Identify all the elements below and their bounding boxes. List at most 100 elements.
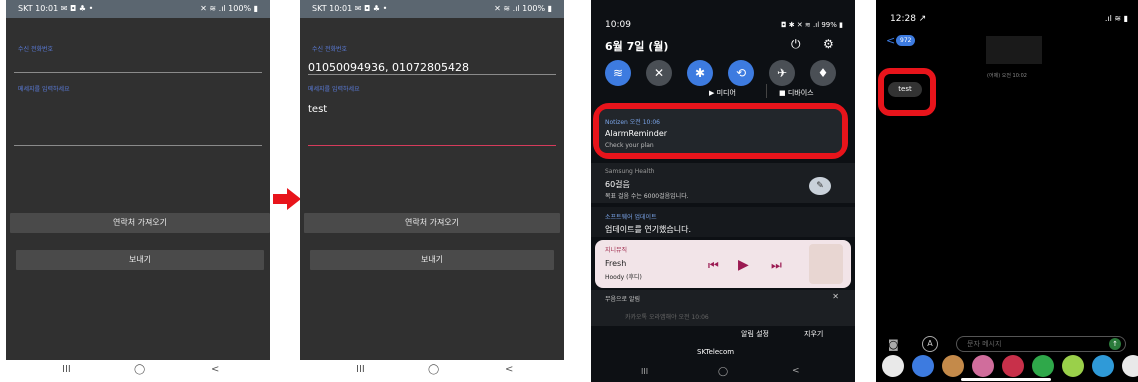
notification-alarm[interactable]: Notizen 오전 10:06 AlarmReminder Check you… [599,109,842,153]
status-left: SKT 10:01 ✉ ◘ ♣ • [18,4,94,13]
sound-mute-icon[interactable]: ✕ [646,60,672,86]
photos-app-icon[interactable] [882,355,904,377]
music-player[interactable]: 지니뮤직 Fresh Hoody (후디) ⏮ ▶ ⏭ [595,240,851,288]
status-time: 10:09 [605,20,631,30]
maps-app-icon[interactable] [1092,355,1114,377]
more-app-icon[interactable] [1122,355,1138,377]
previous-icon[interactable]: ⏮ [708,258,719,273]
message-underline [308,145,556,146]
signal-battery-icon: .ıl ≋ ▮ [1104,14,1128,23]
devices-label: 디바이스 [787,89,814,97]
app-name: 소프트웨어 업데이트 [605,214,657,221]
send-arrow-icon[interactable]: ↑ [1109,338,1121,350]
status-left: SKT 10:01 ✉ ◘ ♣ • [312,4,388,13]
back-icon[interactable]: < [792,366,800,376]
home-icon[interactable]: ◯ [718,367,728,377]
home-indicator [961,378,1051,381]
appstore-app-icon[interactable] [912,355,934,377]
apple-pay-icon[interactable] [1032,355,1054,377]
flashlight-icon[interactable]: ♦ [810,60,836,86]
notification-time: 오전 10:06 [629,119,660,126]
phone-screen-4: 12:28 ↗ .ıl ≋ ▮ < 972 (어제) 오전 10:02 test… [876,0,1138,382]
message-label: 메세지를 입력하세요 [308,86,360,93]
home-icon[interactable]: ◯ [134,364,145,375]
bluetooth-icon[interactable]: ✱ [687,60,713,86]
message-input[interactable]: 문자 메시지 [956,336,1126,352]
camera-icon[interactable]: ◙ [888,338,899,351]
status-bar: SKT 10:01 ✉ ◘ ♣ • ✕ ≋ .ıl 100% ▮ [6,0,270,18]
music-app-icon[interactable] [1062,355,1084,377]
phone-screen-2: SKT 10:01 ✉ ◘ ♣ • ✕ ≋ .ıl 100% ▮ 수신 전화번호… [300,0,564,382]
contact-avatar[interactable] [986,36,1042,64]
nav-bar: III ◯ < [6,360,270,382]
notification-title: AlarmReminder [605,129,668,138]
status-right: ◘ ✱ ✕ ≋ .ıl 99% ▮ [780,21,843,29]
settings-gear-icon[interactable]: ⚙ [823,37,834,51]
send-button[interactable]: 보내기 [16,250,264,270]
date-label: 6월 7일 (월) [605,40,669,53]
status-bar: SKT 10:01 ✉ ◘ ♣ • ✕ ≋ .ıl 100% ▮ [300,0,564,18]
message-underline [14,145,262,146]
notification-health[interactable]: Samsung Health 60걸음 목표 걸음 수는 6000걸음입니다. … [591,163,855,203]
message-input[interactable] [14,95,262,145]
message-input[interactable]: test [308,104,327,115]
back-chevron-icon[interactable]: < [886,34,895,47]
app-name: 지니뮤직 [605,247,628,254]
back-icon[interactable]: < [505,364,513,375]
notification-body: 목표 걸음 수는 6000걸음입니다. [605,193,689,200]
power-icon[interactable]: ⏻ [791,37,801,52]
app-name: Notizen [605,119,628,126]
unread-count-badge[interactable]: 972 [896,35,916,46]
next-icon[interactable]: ⏭ [771,258,782,273]
message-label: 메세지를 입력하세요 [18,86,70,93]
app-store-icon[interactable]: A [922,336,938,352]
carrier-label: SKTelecom [697,348,735,356]
phone-number-label: 수신 전화번호 [18,46,54,53]
airplane-icon[interactable]: ✈ [769,60,795,86]
divider [766,84,767,98]
album-art [809,244,843,284]
nav-bar: III ◯ < [300,360,564,382]
clear-all-button[interactable]: 지우기 [804,329,823,339]
phone-number-underline [14,72,262,73]
status-time: 12:28 ↗ [890,14,927,24]
recent-apps-icon[interactable]: III [356,364,365,375]
devices-button[interactable]: ■ 디바이스 [779,88,814,98]
phone-number-label: 수신 전화번호 [312,46,348,53]
silent-notifications[interactable]: 무음으로 알림 ✕ 카카오톡 오라앱해야 오전 10:06 [591,290,855,326]
notification-update[interactable]: 소프트웨어 업데이트 업데이트를 연기했습니다. [591,207,855,237]
animoji-app-icon[interactable] [972,355,994,377]
phone-screen-1: SKT 10:01 ✉ ◘ ♣ • ✕ ≋ .ıl 100% ▮ 수신 전화번호… [6,0,270,382]
silent-item: 카카오톡 오라앱해야 오전 10:06 [625,314,709,321]
status-right: ✕ ≋ .ıl 100% ▮ [494,4,552,13]
get-contacts-button[interactable]: 연락처 가져오기 [304,213,560,233]
send-button[interactable]: 보내기 [310,250,554,270]
play-icon[interactable]: ▶ [738,257,749,273]
back-icon[interactable]: < [211,364,219,375]
digital-touch-icon[interactable] [1002,355,1024,377]
recent-apps-icon[interactable]: III [641,367,648,376]
phone-screen-3: 10:09 ◘ ✱ ✕ ≋ .ıl 99% ▮ 6월 7일 (월) ⏻ ⚙ ≋ … [591,0,855,382]
notification-title: 업데이트를 연기했습니다. [605,225,692,234]
media-button[interactable]: ▶ 미디어 [709,88,736,98]
phone-number-input[interactable]: 01050094936, 01072805428 [308,61,469,74]
phone-number-underline [308,74,556,75]
arrow-right-icon [273,188,301,210]
media-label: 미디어 [716,89,736,97]
silent-header: 무음으로 알림 [605,296,641,303]
recent-apps-icon[interactable]: III [62,364,71,375]
wifi-icon[interactable]: ≋ [605,60,631,86]
notification-body: Check your plan [605,142,654,149]
status-right: ✕ ≋ .ıl 100% ▮ [200,4,258,13]
rotate-icon[interactable]: ⟲ [728,60,754,86]
notification-settings-button[interactable]: 알림 설정 [741,329,769,339]
home-icon[interactable]: ◯ [428,364,439,375]
app-name: Samsung Health [605,168,655,175]
close-icon[interactable]: ✕ [832,292,839,301]
message-bubble[interactable]: test [888,82,922,97]
memoji-app-icon[interactable] [942,355,964,377]
notification-app: Notizen 오전 10:06 [605,117,660,126]
shoe-icon: ✎ [809,177,831,195]
get-contacts-button[interactable]: 연락처 가져오기 [10,213,270,233]
notification-title: 60걸음 [605,180,630,189]
